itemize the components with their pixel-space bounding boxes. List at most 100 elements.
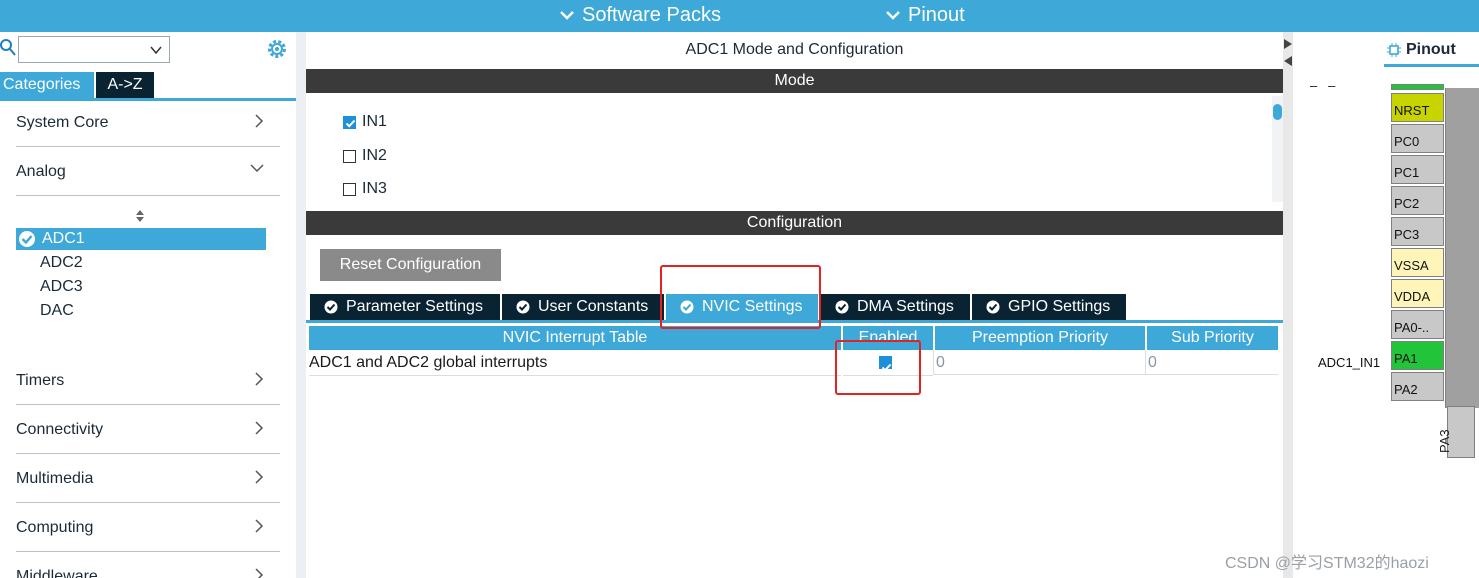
mode-option-in2[interactable]: IN2 xyxy=(343,147,387,165)
top-menu-bar xyxy=(0,0,1479,32)
pin-signal-label: ADC1_IN1 xyxy=(1318,355,1381,370)
software-packs-menu[interactable]: Software Packs xyxy=(558,0,721,30)
checkbox-checked[interactable] xyxy=(343,115,356,129)
check-circle-icon xyxy=(19,231,35,247)
search-icon[interactable] xyxy=(0,37,16,57)
mode-option-label: IN2 xyxy=(362,147,387,164)
chevron-down-icon xyxy=(560,11,574,20)
tab-underline xyxy=(1384,64,1479,67)
category-label: Timers xyxy=(16,372,65,389)
panel-splitter[interactable] xyxy=(296,32,306,578)
sort-icon[interactable] xyxy=(135,209,145,223)
panel-splitter[interactable] xyxy=(1283,32,1293,578)
table-cell-preemption[interactable]: 0 xyxy=(933,350,1145,375)
chip-icon xyxy=(1387,43,1401,57)
software-packs-label: Software Packs xyxy=(582,4,721,26)
pinout-menu[interactable]: Pinout xyxy=(884,0,965,30)
table-cell-enabled[interactable] xyxy=(843,350,933,376)
category-label: Analog xyxy=(16,163,66,180)
category-label: System Core xyxy=(16,114,109,131)
category-timers[interactable]: Timers xyxy=(16,356,280,405)
category-middleware[interactable]: Middleware xyxy=(16,552,280,578)
tab-parameter-settings[interactable]: Parameter Settings xyxy=(310,294,500,320)
mode-header: Mode xyxy=(306,69,1283,93)
check-circle-icon xyxy=(324,300,338,314)
mode-scrollbar-thumb[interactable] xyxy=(1273,104,1282,120)
tab-categories[interactable]: Categories xyxy=(0,72,94,98)
pin-pc0[interactable]: PC0 xyxy=(1391,124,1444,153)
configuration-header: Configuration xyxy=(306,211,1283,235)
pin-pa1[interactable]: PA1 xyxy=(1391,341,1444,370)
list-item-adc1[interactable]: ADC1 xyxy=(16,228,266,250)
pin-partial xyxy=(1391,84,1444,90)
category-multimedia[interactable]: Multimedia xyxy=(16,454,280,503)
tab-pinout-view[interactable]: Pinout xyxy=(1384,36,1479,64)
pin-nrst[interactable]: NRST xyxy=(1391,93,1444,122)
category-system-core[interactable]: System Core xyxy=(16,98,280,147)
chevron-right-icon xyxy=(255,421,264,435)
checkbox-unchecked[interactable] xyxy=(343,149,356,163)
collapse-arrows-icon[interactable] xyxy=(1283,36,1293,76)
column-header-preemption[interactable]: Preemption Priority xyxy=(935,326,1145,350)
watermark: CSDN @学习STM32的haozi xyxy=(1225,555,1429,572)
category-computing[interactable]: Computing xyxy=(16,503,280,552)
chevron-right-icon xyxy=(255,114,264,128)
pin-pc2[interactable]: PC2 xyxy=(1391,186,1444,215)
category-label: Middleware xyxy=(16,568,98,578)
chip-body xyxy=(1445,88,1479,408)
check-circle-icon xyxy=(516,300,530,314)
tabs-underline xyxy=(306,320,1283,323)
column-header-sub-priority[interactable]: Sub Priority xyxy=(1147,326,1278,350)
tab-gpio-settings[interactable]: GPIO Settings xyxy=(972,294,1126,320)
reset-configuration-button[interactable]: Reset Configuration xyxy=(320,249,501,281)
mode-option-in3[interactable]: IN3 xyxy=(343,180,387,198)
table-cell-sub-priority[interactable]: 0 xyxy=(1145,350,1278,375)
checkbox-unchecked[interactable] xyxy=(343,182,356,196)
list-item-adc3[interactable]: ADC3 xyxy=(40,278,83,296)
tab-label: GPIO Settings xyxy=(1008,298,1111,315)
list-item-dac[interactable]: DAC xyxy=(40,302,74,320)
page-title: ADC1 Mode and Configuration xyxy=(685,41,904,58)
tab-a-to-z[interactable]: A->Z xyxy=(96,72,154,98)
pinout-menu-label: Pinout xyxy=(908,4,965,26)
tab-label: User Constants xyxy=(538,298,649,315)
pin-pc1[interactable]: PC1 xyxy=(1391,155,1444,184)
tab-label: DMA Settings xyxy=(857,298,954,315)
search-input[interactable] xyxy=(18,36,170,63)
chevron-down-icon xyxy=(886,11,900,20)
list-item-label: ADC1 xyxy=(42,230,85,247)
category-label: Connectivity xyxy=(16,421,104,438)
pin-label: PA3 xyxy=(1437,429,1452,453)
table-cell-interrupt-name: ADC1 and ADC2 global interrupts xyxy=(309,350,841,376)
column-header-enabled[interactable]: Enabled xyxy=(843,326,933,350)
pin-pa2[interactable]: PA2 xyxy=(1391,372,1444,401)
tab-label: Parameter Settings xyxy=(346,298,483,315)
pin-vssa[interactable]: VSSA xyxy=(1391,248,1444,277)
category-connectivity[interactable]: Connectivity xyxy=(16,405,280,454)
chevron-right-icon xyxy=(255,470,264,484)
category-label: Multimedia xyxy=(16,470,94,487)
check-circle-icon xyxy=(986,300,1000,314)
tab-nvic-settings[interactable]: NVIC Settings xyxy=(666,294,818,320)
chevron-right-icon xyxy=(255,568,264,578)
mode-option-label: IN3 xyxy=(362,180,387,197)
check-circle-icon xyxy=(680,300,694,314)
column-header-interrupt[interactable]: NVIC Interrupt Table xyxy=(309,326,841,350)
pin-pa3[interactable]: PA3 xyxy=(1437,406,1475,458)
toolbar-dashes: – – xyxy=(1310,78,1336,93)
tab-dma-settings[interactable]: DMA Settings xyxy=(821,294,970,320)
chevron-right-icon xyxy=(255,372,264,386)
pin-pa0-[interactable]: PA0-.. xyxy=(1391,310,1444,339)
tab-user-constants[interactable]: User Constants xyxy=(502,294,664,320)
tab-label: NVIC Settings xyxy=(702,298,803,315)
mode-option-in1[interactable]: IN1 xyxy=(343,113,387,131)
pin-vdda[interactable]: VDDA xyxy=(1391,279,1444,308)
pin-pc3[interactable]: PC3 xyxy=(1391,217,1444,246)
category-analog[interactable]: Analog xyxy=(16,147,280,196)
enabled-checkbox[interactable] xyxy=(879,356,892,372)
list-item-adc2[interactable]: ADC2 xyxy=(40,254,83,272)
check-circle-icon xyxy=(835,300,849,314)
gear-icon[interactable] xyxy=(266,38,288,60)
category-label: Computing xyxy=(16,519,94,536)
chevron-down-icon xyxy=(150,46,162,55)
